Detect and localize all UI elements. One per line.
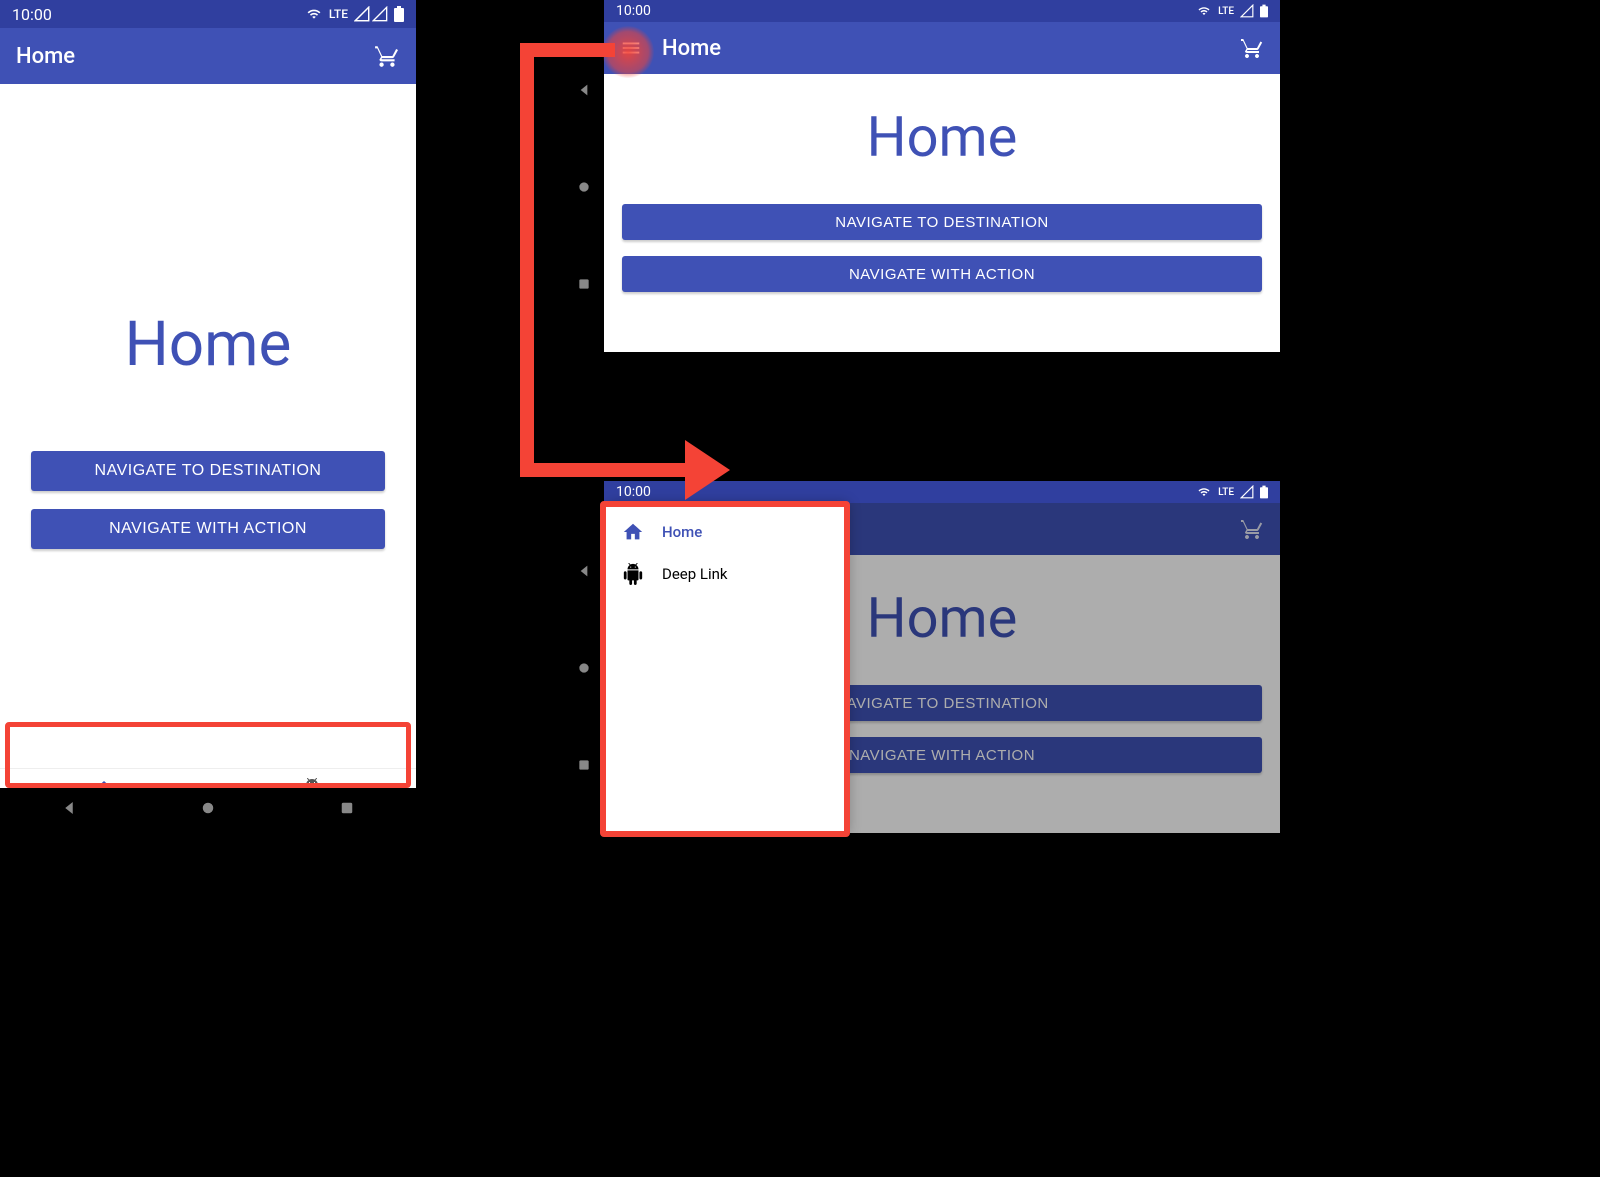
lte-label: LTE (1218, 487, 1234, 498)
status-bar: 10:00 LTE (604, 481, 1280, 503)
drawer-item-label: Home (662, 523, 702, 541)
navigate-action-button[interactable]: Navigate with Action (622, 256, 1262, 292)
drawer-item-label: Deep Link (662, 565, 728, 583)
recents-icon[interactable] (576, 757, 592, 773)
drawer-item-deeplink[interactable]: Deep Link (604, 553, 844, 595)
back-icon[interactable] (60, 799, 78, 817)
back-icon[interactable] (576, 563, 592, 579)
recents-icon[interactable] (338, 799, 356, 817)
home-icon (622, 521, 644, 543)
android-icon (622, 563, 644, 585)
cart-icon[interactable] (1240, 36, 1264, 60)
drawer-item-home[interactable]: Home (604, 511, 844, 553)
signal-icon (354, 6, 370, 22)
tablet-landscape-frame-after: 10:00 LTE Home Home Navigate to Destinat… (604, 481, 1280, 833)
status-right: LTE (305, 6, 404, 22)
signal-triangle-icon (1240, 4, 1254, 18)
main-content: Home Navigate to Destination Navigate wi… (0, 84, 416, 768)
home-sys-icon[interactable] (199, 799, 217, 817)
battery-icon (1260, 485, 1268, 499)
wifi-icon (1196, 486, 1212, 498)
system-navigation-bar (564, 22, 604, 352)
status-right: LTE (1196, 4, 1268, 18)
cart-icon[interactable] (374, 43, 400, 69)
navigation-drawer: Home Deep Link (604, 503, 844, 833)
recents-icon[interactable] (576, 276, 592, 292)
wifi-icon (305, 7, 323, 21)
battery-icon (394, 6, 404, 22)
wifi-icon (1196, 5, 1212, 17)
phone-portrait-frame: 10:00 LTE Home Home Navigate to Destinat (0, 0, 416, 828)
navigate-action-button[interactable]: Navigate with Action (31, 509, 385, 549)
hamburger-icon[interactable] (620, 37, 642, 59)
page-heading: Home (867, 104, 1018, 170)
lte-label: LTE (329, 7, 348, 21)
page-heading: Home (125, 308, 292, 381)
status-bar: 10:00 LTE (0, 0, 416, 28)
status-time: 10:00 (616, 3, 651, 19)
status-time: 10:00 (12, 5, 52, 24)
tablet-landscape-frame-before: 10:00 LTE Home Home Navigate to Destinat… (604, 0, 1280, 352)
toolbar-title: Home (16, 44, 354, 69)
navigate-destination-button[interactable]: Navigate to Destination (31, 451, 385, 491)
system-navigation-bar (564, 503, 604, 833)
home-sys-icon[interactable] (576, 660, 592, 676)
system-navigation-bar (0, 788, 416, 828)
status-bar: 10:00 LTE (604, 0, 1280, 22)
app-toolbar: Home (0, 28, 416, 84)
main-content: Home Navigate to Destination Navigate wi… (604, 74, 1280, 352)
signal-triangle-icon (1240, 485, 1254, 499)
back-icon[interactable] (576, 82, 592, 98)
toolbar-title: Home (662, 36, 1220, 61)
app-toolbar: Home (604, 22, 1280, 74)
home-sys-icon[interactable] (576, 179, 592, 195)
signal-triangle-icon (372, 6, 388, 22)
status-right: LTE (1196, 485, 1268, 499)
navigate-destination-button[interactable]: Navigate to Destination (622, 204, 1262, 240)
lte-label: LTE (1218, 6, 1234, 17)
status-time: 10:00 (616, 484, 651, 500)
battery-icon (1260, 4, 1268, 18)
